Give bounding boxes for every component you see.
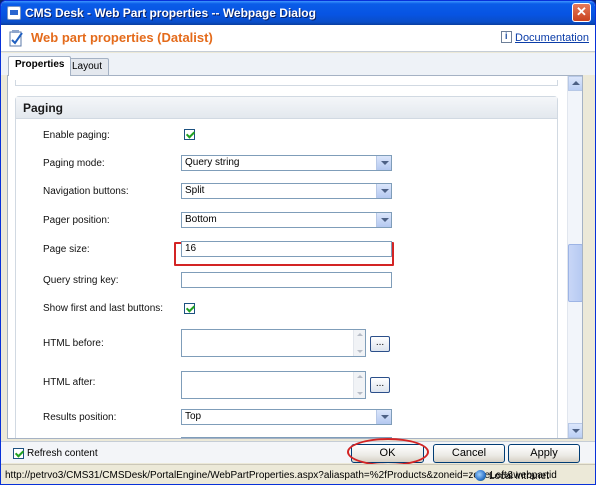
content-scrollbar[interactable] <box>567 76 582 438</box>
chevron-down-icon[interactable] <box>376 410 391 424</box>
title-bar[interactable]: CMS Desk - Web Part properties -- Webpag… <box>1 1 595 25</box>
paging-mode-label: Paging mode: <box>43 158 105 169</box>
security-zone: Local intranet <box>474 470 549 482</box>
chevron-down-icon[interactable] <box>376 213 391 227</box>
tab-properties[interactable]: Properties <box>8 56 72 76</box>
scroll-down-icon[interactable] <box>568 423 582 438</box>
results-position-label: Results position: <box>43 412 117 423</box>
tab-layout[interactable]: Layout <box>65 58 110 76</box>
dialog-window: CMS Desk - Web Part properties -- Webpag… <box>0 0 596 485</box>
window-title: CMS Desk - Web Part properties -- Webpag… <box>25 6 316 20</box>
query-string-key-input[interactable] <box>181 272 392 288</box>
pager-position-label: Pager position: <box>43 215 110 226</box>
scroll-up-icon[interactable] <box>568 76 582 91</box>
scrollbar[interactable] <box>353 372 365 398</box>
previous-section-edge <box>15 80 558 86</box>
next-field-partial[interactable] <box>181 437 392 438</box>
show-first-last-label: Show first and last buttons: <box>43 303 164 314</box>
navigation-buttons-value: Split <box>185 185 205 196</box>
info-document-icon <box>501 31 512 43</box>
html-after-textarea[interactable] <box>181 371 366 399</box>
html-after-edit-button[interactable]: ... <box>370 377 390 393</box>
paging-mode-value: Query string <box>185 157 240 168</box>
section-title: Paging <box>16 97 557 119</box>
page-size-label: Page size: <box>43 244 90 255</box>
query-string-key-label: Query string key: <box>43 275 119 286</box>
navigation-buttons-label: Navigation buttons: <box>43 186 129 197</box>
page-title: Web part properties (Datalist) <box>31 30 213 45</box>
security-zone-label: Local intranet <box>488 471 549 482</box>
ok-button-highlight <box>347 438 429 466</box>
refresh-content-checkbox[interactable] <box>13 448 24 459</box>
scroll-thumb[interactable] <box>568 244 582 302</box>
tab-bar: Properties Layout <box>1 53 595 76</box>
html-before-edit-button[interactable]: ... <box>370 336 390 352</box>
documentation-link[interactable]: Documentation <box>501 31 589 44</box>
navigation-buttons-select[interactable]: Split <box>181 183 392 199</box>
paging-section: Paging Enable paging: Paging mode: Query… <box>15 96 558 438</box>
intranet-zone-icon <box>474 470 486 481</box>
status-bar: http://petrvo3/CMS31/CMSDesk/PortalEngin… <box>1 464 595 484</box>
pager-position-select[interactable]: Bottom <box>181 212 392 228</box>
chevron-down-icon[interactable] <box>376 156 391 170</box>
html-before-label: HTML before: <box>43 338 104 349</box>
cancel-button[interactable]: Cancel <box>433 444 505 463</box>
close-button[interactable]: ✕ <box>572 3 591 22</box>
paging-mode-select[interactable]: Query string <box>181 155 392 171</box>
show-first-last-checkbox[interactable] <box>184 303 195 314</box>
pager-position-value: Bottom <box>185 214 217 225</box>
dialog-footer: Refresh content OK Cancel Apply <box>1 441 595 463</box>
refresh-content-label: Refresh content <box>27 448 98 459</box>
ie-window-icon <box>7 6 21 20</box>
html-before-textarea[interactable] <box>181 329 366 357</box>
webpart-properties-icon <box>9 30 23 47</box>
results-position-select[interactable]: Top <box>181 409 392 425</box>
properties-content: Paging Enable paging: Paging mode: Query… <box>7 75 583 439</box>
page-size-input[interactable]: 16 <box>181 241 392 257</box>
apply-button[interactable]: Apply <box>508 444 580 463</box>
enable-paging-checkbox[interactable] <box>184 129 195 140</box>
scrollbar[interactable] <box>353 330 365 356</box>
html-after-label: HTML after: <box>43 377 96 388</box>
enable-paging-label: Enable paging: <box>43 130 110 141</box>
dialog-header: Web part properties (Datalist) Documenta… <box>1 25 595 52</box>
chevron-down-icon[interactable] <box>376 184 391 198</box>
documentation-label: Documentation <box>515 32 589 44</box>
results-position-value: Top <box>185 411 202 422</box>
